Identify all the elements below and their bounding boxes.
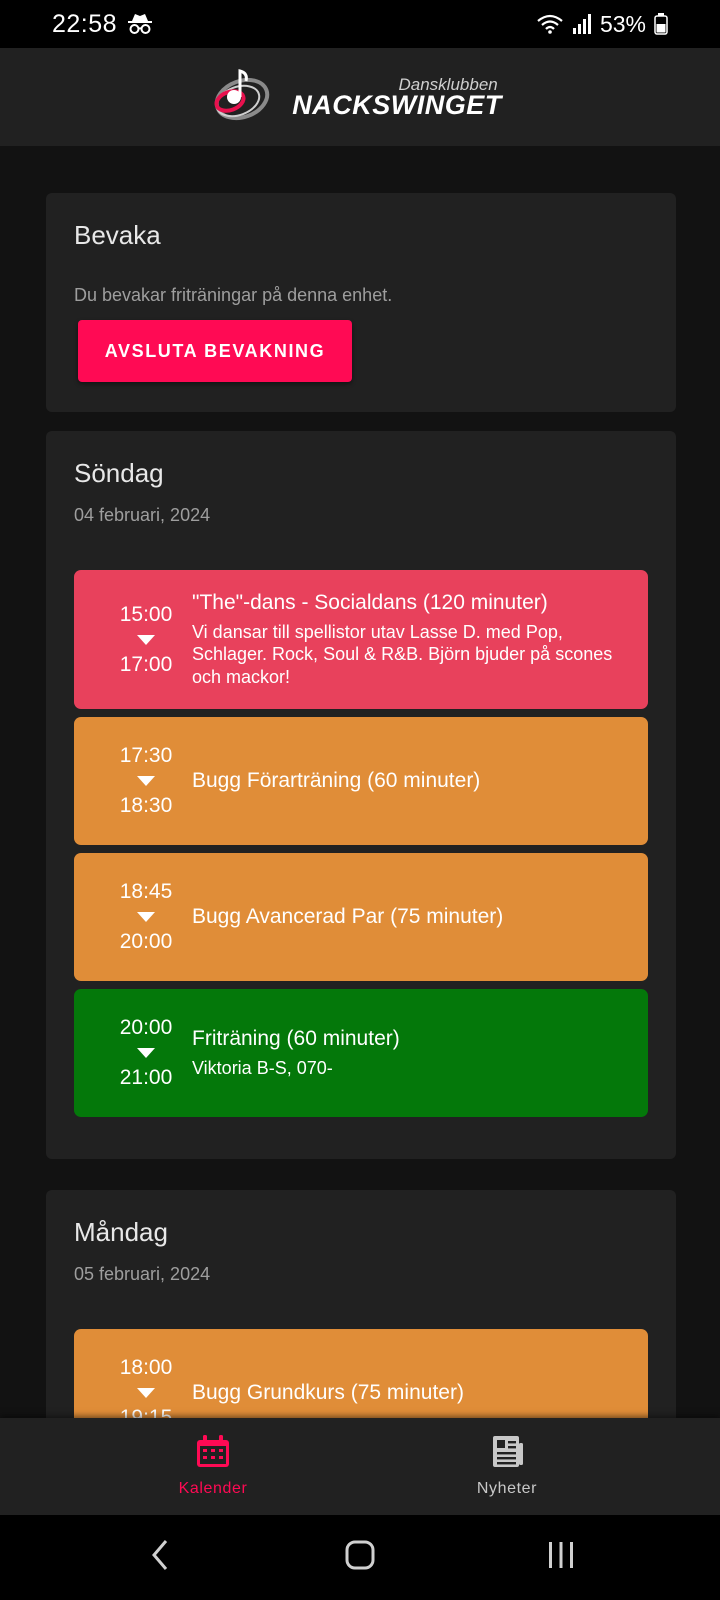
arrow-down-icon [137, 634, 155, 645]
status-bar: 22:58 53% [0, 0, 720, 48]
nav-news[interactable]: Nyheter [407, 1418, 607, 1515]
arrow-down-icon [137, 1048, 155, 1058]
event-end-time: 19:15 [119, 1406, 173, 1418]
event-title: Friträning (60 minuter) [192, 1026, 400, 1050]
event-item[interactable]: 15:00 17:00 "The"-dans - Socialdans (120… [74, 570, 648, 709]
battery-icon [654, 13, 668, 35]
wifi-icon [536, 13, 564, 35]
arrow-down-icon [137, 1388, 155, 1398]
event-start-time: 18:00 [119, 1356, 173, 1379]
recent-apps-icon [546, 1540, 576, 1575]
home-button[interactable] [330, 1535, 390, 1579]
status-icons: 53% [536, 11, 668, 38]
watch-card: Bevaka Du bevakar friträningar på denna … [46, 193, 676, 412]
event-start-time: 17:30 [119, 744, 173, 767]
nav-calendar-label: Kalender [178, 1480, 248, 1497]
event-item[interactable]: 20:00 21:00 Friträning (60 minuter) Vikt… [74, 989, 648, 1117]
day-name: Söndag [74, 458, 164, 488]
event-start-time: 15:00 [119, 602, 173, 626]
app-header: Dansklubben NACKSWINGET [0, 48, 720, 146]
event-end-time: 20:00 [119, 930, 173, 953]
signal-icon [572, 13, 592, 35]
day-name: Måndag [74, 1217, 168, 1247]
event-title: "The"-dans - Socialdans (120 minuter) [192, 590, 548, 614]
day-card: Söndag 04 februari, 2024 15:00 17:00 "Th… [46, 431, 676, 1159]
watch-card-text: Du bevakar friträningar på denna enhet. [74, 285, 393, 305]
event-item[interactable]: 18:00 19:15 Bugg Grundkurs (75 minuter) [74, 1329, 648, 1418]
day-date: 05 februari, 2024 [74, 1264, 211, 1284]
event-end-time: 17:00 [119, 652, 173, 676]
event-title: Bugg Avancerad Par (75 minuter) [192, 905, 504, 928]
event-end-time: 21:00 [119, 1066, 173, 1089]
logo-title: NACKSWINGET [292, 89, 502, 120]
event-end-time: 18:30 [119, 794, 173, 817]
status-time: 22:58 [52, 9, 118, 38]
club-logo: Dansklubben NACKSWINGET [208, 65, 502, 130]
event-description: Viktoria B-S, 070- [192, 1057, 333, 1078]
event-title: Bugg Grundkurs (75 minuter) [192, 1381, 464, 1404]
nav-news-label: Nyheter [476, 1480, 538, 1497]
newspaper-icon [489, 1435, 525, 1474]
event-description: Vi dansar till spellistor utav Lasse D. … [192, 621, 613, 687]
day-date: 04 februari, 2024 [74, 505, 211, 525]
day-card: Måndag 05 februari, 2024 18:00 19:15 Bug… [46, 1190, 676, 1418]
bottom-navigation: Kalender Nyheter [0, 1418, 720, 1515]
music-note-logo-icon [208, 65, 272, 130]
event-item[interactable]: 18:45 20:00 Bugg Avancerad Par (75 minut… [74, 853, 648, 981]
back-button[interactable] [130, 1535, 190, 1579]
recent-apps-button[interactable] [531, 1535, 591, 1579]
battery-percent: 53% [599, 10, 646, 37]
event-title: Bugg Förarträning (60 minuter) [192, 769, 481, 792]
nav-calendar[interactable]: Kalender [113, 1418, 313, 1515]
event-item[interactable]: 17:30 18:30 Bugg Förarträning (60 minute… [74, 717, 648, 845]
incognito-icon [127, 13, 153, 35]
calendar-icon [195, 1435, 231, 1474]
arrow-down-icon [137, 776, 155, 786]
watch-card-title: Bevaka [74, 220, 161, 250]
event-start-time: 18:45 [119, 880, 173, 903]
calendar-content[interactable]: Bevaka Du bevakar friträningar på denna … [0, 146, 720, 1418]
arrow-down-icon [137, 912, 155, 922]
system-navigation-bar [0, 1515, 720, 1600]
event-start-time: 20:00 [119, 1016, 173, 1039]
stop-watching-button[interactable]: AVSLUTA BEVAKNING [78, 320, 352, 382]
home-icon [345, 1540, 375, 1575]
back-icon [150, 1539, 170, 1576]
